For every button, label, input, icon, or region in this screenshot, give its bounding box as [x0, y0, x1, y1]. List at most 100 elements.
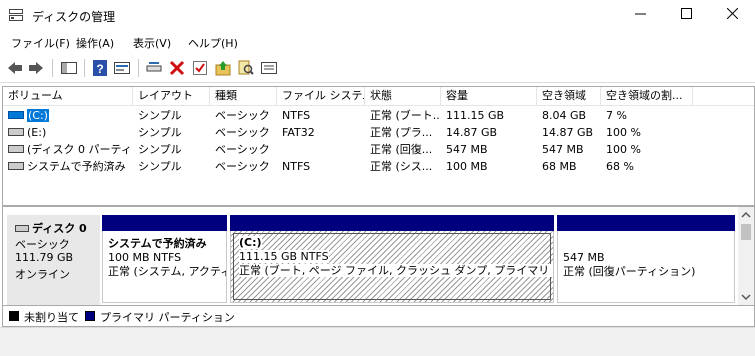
table-row[interactable]: (E:) シンプル ベーシック FAT32 正常 (プラ... 14.87 GB…	[3, 124, 754, 141]
volume-name-cell: (C:)	[3, 107, 133, 124]
check-icon[interactable]	[191, 59, 209, 77]
capacity-cell: 14.87 GB	[446, 126, 498, 139]
partition-status: 正常 (回復パーティション)	[563, 265, 696, 278]
free-percent-cell: 7 %	[606, 109, 627, 122]
partition-size: 111.15 GB NTFS	[239, 250, 329, 263]
list-view-icon[interactable]	[260, 59, 278, 77]
filesystem-cell: NTFS	[282, 109, 311, 122]
column-header-volume[interactable]: ボリューム	[3, 87, 133, 105]
table-header: ボリューム レイアウト 種類 ファイル システム 状態 容量 空き領域 空き領域…	[3, 87, 754, 106]
disk-management-window: ディスクの管理 ファイル(F) 操作(A) 表示(V) ヘルプ(H) ? ボリュ…	[0, 0, 755, 356]
properties-icon[interactable]	[113, 59, 131, 77]
primary-partition-bar	[102, 215, 227, 231]
column-header-free-percent[interactable]: 空き領域の割...	[601, 87, 693, 105]
disk-status: オンライン	[15, 268, 70, 281]
legend: 未割り当て プライマリ パーティション	[2, 305, 755, 327]
minimize-button[interactable]	[617, 0, 663, 31]
vertical-scrollbar[interactable]	[738, 207, 754, 307]
unallocated-swatch	[9, 311, 19, 321]
svg-text:?: ?	[96, 62, 103, 76]
filesystem-cell: FAT32	[282, 126, 315, 139]
free-space-cell: 547 MB	[542, 143, 584, 156]
filesystem-cell	[277, 141, 365, 158]
capacity-cell: 547 MB	[446, 143, 488, 156]
help-icon[interactable]: ?	[91, 59, 109, 77]
volume-name-cell: システムで予約済み	[3, 158, 133, 175]
maximize-icon	[680, 8, 692, 19]
type-cell: ベーシック	[215, 109, 270, 122]
toolbar-separator	[84, 59, 85, 77]
status-cell: 正常 (ブート...	[370, 109, 441, 122]
drive-icon	[8, 145, 24, 153]
drive-icon	[8, 162, 24, 170]
disk-management-icon	[9, 9, 23, 21]
free-space-cell: 8.04 GB	[542, 109, 587, 122]
title-bar: ディスクの管理	[0, 0, 755, 31]
partition-c-drive[interactable]: (C:) 111.15 GB NTFS 正常 (ブート, ページ ファイル, ク…	[230, 215, 554, 303]
window-title: ディスクの管理	[32, 10, 116, 24]
disk-icon	[15, 224, 29, 232]
disk-type: ベーシック	[15, 238, 70, 251]
menu-view[interactable]: 表示(V)	[133, 35, 171, 51]
status-cell: 正常 (プラ...	[370, 126, 433, 139]
partition-recovery[interactable]: 547 MB 正常 (回復パーティション)	[557, 215, 735, 303]
status-cell: 正常 (シス...	[370, 160, 433, 173]
status-cell: 正常 (回復...	[370, 143, 433, 156]
free-space-cell: 68 MB	[542, 160, 577, 173]
menu-file[interactable]: ファイル(F)	[11, 35, 70, 51]
show-hide-console-tree-icon[interactable]	[60, 59, 78, 77]
delete-icon[interactable]	[168, 59, 186, 77]
table-row[interactable]: システムで予約済み シンプル ベーシック NTFS 正常 (シス... 100 …	[3, 158, 754, 175]
column-header-filesystem[interactable]: ファイル システム	[277, 87, 365, 105]
search-icon[interactable]	[237, 59, 255, 77]
forward-icon[interactable]	[27, 59, 45, 77]
type-cell: ベーシック	[215, 160, 270, 173]
table-row[interactable]: (ディスク 0 パーティシ... シンプル ベーシック 正常 (回復... 54…	[3, 141, 754, 158]
partition-size: 547 MB	[563, 251, 605, 264]
legend-primary-partition: プライマリ パーティション	[100, 311, 235, 324]
disk-size: 111.79 GB	[15, 251, 74, 264]
free-space-cell: 14.87 GB	[542, 126, 594, 139]
toolbar-separator	[138, 59, 139, 77]
column-header-layout[interactable]: レイアウト	[133, 87, 210, 105]
partition-title: システムで予約済み	[108, 237, 207, 250]
filesystem-cell: NTFS	[282, 160, 311, 173]
close-icon	[726, 7, 738, 20]
primary-partition-bar	[557, 215, 735, 231]
close-button[interactable]	[709, 0, 755, 31]
partition-body: システムで予約済み 100 MB NTFS 正常 (システム, アクティブ	[102, 231, 227, 303]
volume-name-cell: (ディスク 0 パーティシ...	[3, 141, 133, 158]
volume-name-cell: (E:)	[3, 124, 133, 141]
back-icon[interactable]	[6, 59, 24, 77]
primary-partition-bar	[230, 215, 554, 231]
primary-partition-swatch	[85, 311, 95, 321]
capacity-cell: 100 MB	[446, 160, 488, 173]
partition-status: 正常 (ブート, ページ ファイル, クラッシュ ダンプ, プライマリ パーティ…	[239, 264, 553, 277]
free-percent-cell: 100 %	[606, 126, 641, 139]
scrollbar-graphic	[741, 211, 751, 301]
partition-body: 547 MB 正常 (回復パーティション)	[557, 231, 735, 303]
partition-size: 100 MB NTFS	[108, 251, 182, 264]
legend-unallocated: 未割り当て	[24, 311, 79, 324]
layout-cell: シンプル	[138, 143, 182, 156]
column-header-status[interactable]: 状態	[365, 87, 441, 105]
disk-info-panel[interactable]: ディスク 0 ベーシック 111.79 GB オンライン	[7, 215, 100, 305]
partition-system-reserved[interactable]: システムで予約済み 100 MB NTFS 正常 (システム, アクティブ	[102, 215, 227, 303]
connect-disk-icon[interactable]	[145, 59, 163, 77]
up-folder-icon[interactable]	[214, 59, 232, 77]
minimize-icon	[634, 13, 646, 15]
maximize-button[interactable]	[663, 0, 709, 31]
layout-cell: シンプル	[138, 160, 182, 173]
type-cell: ベーシック	[215, 143, 270, 156]
table-row[interactable]: (C:) シンプル ベーシック NTFS 正常 (ブート... 111.15 G…	[3, 107, 754, 124]
layout-cell: シンプル	[138, 126, 182, 139]
column-header-capacity[interactable]: 容量	[441, 87, 537, 105]
column-header-free-space[interactable]: 空き領域	[537, 87, 601, 105]
toolbar-separator	[52, 59, 53, 77]
menu-action[interactable]: 操作(A)	[76, 35, 114, 51]
disk-name: ディスク 0	[15, 220, 87, 236]
menu-help[interactable]: ヘルプ(H)	[188, 35, 238, 51]
drive-icon	[8, 111, 24, 119]
toolbar: ?	[0, 54, 755, 83]
column-header-type[interactable]: 種類	[210, 87, 277, 105]
